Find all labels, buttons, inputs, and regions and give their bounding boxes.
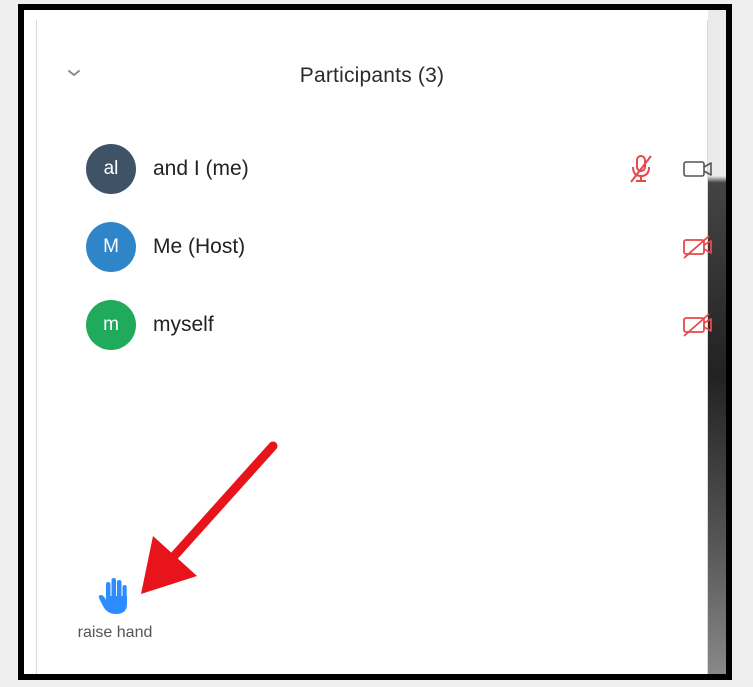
- background-strip: [708, 10, 726, 674]
- raise-hand-label: raise hand: [77, 624, 153, 641]
- participant-row[interactable]: M Me (Host): [37, 208, 712, 286]
- avatar: m: [86, 300, 136, 350]
- participant-row[interactable]: al and I (me): [37, 130, 712, 208]
- participant-row[interactable]: m myself: [37, 286, 712, 364]
- participants-panel: Participants (3) al and I (me) M Me (Hos…: [36, 20, 712, 674]
- video-off-icon[interactable]: [681, 312, 715, 338]
- participant-name: Me (Host): [153, 235, 246, 258]
- video-off-icon[interactable]: [681, 234, 715, 260]
- avatar: M: [86, 222, 136, 272]
- raise-hand-button[interactable]: raise hand: [65, 576, 165, 656]
- screenshot-frame: Participants (3) al and I (me) M Me (Hos…: [18, 4, 732, 680]
- participant-name: myself: [153, 313, 214, 336]
- panel-title: Participants (3): [299, 64, 445, 87]
- mic-muted-icon[interactable]: [627, 153, 655, 185]
- video-camera-icon[interactable]: [681, 156, 715, 182]
- participant-name: and I (me): [153, 157, 249, 180]
- raised-hand-icon: [98, 578, 127, 614]
- panel-header: Participants (3): [37, 20, 707, 120]
- avatar: al: [86, 144, 136, 194]
- participant-list: al and I (me) M Me (Host) m myself: [37, 130, 712, 364]
